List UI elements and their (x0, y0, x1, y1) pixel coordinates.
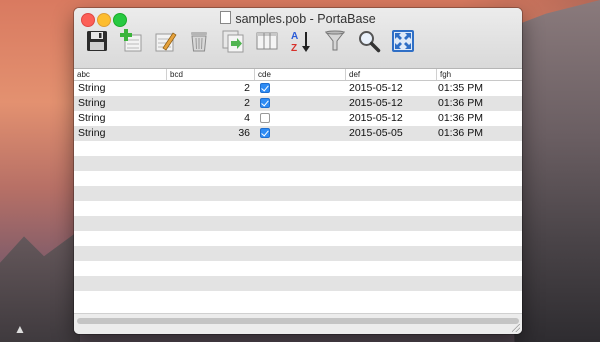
cell-fgh: 01:36 PM (438, 97, 483, 109)
svg-text:Z: Z (291, 43, 297, 53)
cell-fgh: 01:36 PM (438, 127, 483, 139)
column-header-cde[interactable]: cde (254, 69, 345, 80)
column-header-def[interactable]: def (345, 69, 436, 80)
table-row-empty[interactable] (74, 246, 522, 261)
table-row-empty[interactable] (74, 291, 522, 306)
table-row-empty[interactable] (74, 141, 522, 156)
scrollbar-thumb[interactable] (77, 318, 519, 324)
toolbar: A Z (84, 28, 424, 60)
column-header-bcd[interactable]: bcd (166, 69, 254, 80)
table-row[interactable]: String 2 2015-05-12 01:36 PM (74, 96, 522, 111)
sort-az-icon: A Z (291, 31, 310, 53)
save-button[interactable] (84, 28, 110, 54)
cell-cde (254, 96, 345, 111)
desktop-rock-right (510, 0, 600, 342)
copy-row-icon (222, 30, 244, 53)
delete-button[interactable] (186, 28, 212, 54)
cell-def: 2015-05-12 (349, 97, 403, 109)
cell-cde (254, 81, 345, 96)
desktop-rock-left (0, 229, 80, 342)
cell-abc: String (78, 127, 106, 139)
checkbox[interactable] (260, 98, 270, 108)
filter-button[interactable] (322, 28, 348, 54)
title-bar[interactable]: samples.pob - PortaBase A Z (74, 8, 522, 69)
save-icon (87, 31, 107, 51)
cell-abc: String (78, 112, 106, 124)
checkbox[interactable] (260, 113, 270, 123)
columns-icon (256, 32, 278, 50)
cell-cde (254, 111, 345, 126)
cell-bcd: 36 (238, 127, 250, 139)
cell-bcd: 2 (244, 97, 250, 109)
resize-grip-icon[interactable] (512, 324, 520, 332)
cell-abc: String (78, 97, 106, 109)
column-header-abc[interactable]: abc (74, 69, 166, 80)
table-row-empty[interactable] (74, 156, 522, 171)
window-title: samples.pob - PortaBase (74, 11, 522, 26)
table-row-empty[interactable] (74, 261, 522, 276)
table-row[interactable]: String 2 2015-05-12 01:35 PM (74, 81, 522, 96)
cell-bcd: 2 (244, 82, 250, 94)
table-row-empty[interactable] (74, 216, 522, 231)
fullscreen-icon (392, 30, 414, 52)
cell-def: 2015-05-12 (349, 82, 403, 94)
table-row-empty[interactable] (74, 231, 522, 246)
table-row[interactable]: String 4 2015-05-12 01:36 PM (74, 111, 522, 126)
cell-bcd: 4 (244, 112, 250, 124)
delete-trash-icon (191, 32, 207, 52)
checkbox[interactable] (260, 128, 270, 138)
filter-funnel-icon (324, 30, 346, 51)
svg-text:A: A (291, 31, 298, 42)
table-row-empty[interactable] (74, 201, 522, 216)
table-header: abc bcd cde def fgh (74, 69, 522, 81)
window-title-text: samples.pob - PortaBase (235, 12, 376, 26)
table-body: String 2 2015-05-12 01:35 PM String 2 2015-05-… (74, 81, 522, 306)
table-row-empty[interactable] (74, 186, 522, 201)
column-header-fgh[interactable]: fgh (436, 69, 522, 80)
cell-abc: String (78, 82, 106, 94)
desktop-icon[interactable]: ▲ (14, 322, 26, 336)
cell-cde (254, 126, 345, 141)
edit-row-button[interactable] (152, 28, 178, 54)
document-icon (220, 11, 232, 24)
copy-row-button[interactable] (220, 28, 246, 54)
horizontal-scrollbar[interactable] (74, 313, 522, 334)
add-row-button[interactable] (118, 28, 144, 54)
table-row-empty[interactable] (74, 171, 522, 186)
cell-fgh: 01:36 PM (438, 112, 483, 124)
checkbox[interactable] (260, 83, 270, 93)
search-magnifier-icon (359, 31, 381, 53)
edit-row-icon (155, 32, 177, 52)
sort-button[interactable]: A Z (288, 28, 314, 54)
add-row-icon (120, 29, 142, 52)
table-row-empty[interactable] (74, 276, 522, 291)
cell-fgh: 01:35 PM (438, 82, 483, 94)
table-row[interactable]: String 36 2015-05-05 01:36 PM (74, 126, 522, 141)
data-table: abc bcd cde def fgh String 2 2015-05-12 01:… (74, 69, 522, 314)
search-button[interactable] (356, 28, 382, 54)
fullscreen-button[interactable] (390, 28, 416, 54)
app-window: samples.pob - PortaBase A Z abc bcd cde … (74, 8, 522, 334)
cell-def: 2015-05-12 (349, 112, 403, 124)
columns-button[interactable] (254, 28, 280, 54)
cell-def: 2015-05-05 (349, 127, 403, 139)
